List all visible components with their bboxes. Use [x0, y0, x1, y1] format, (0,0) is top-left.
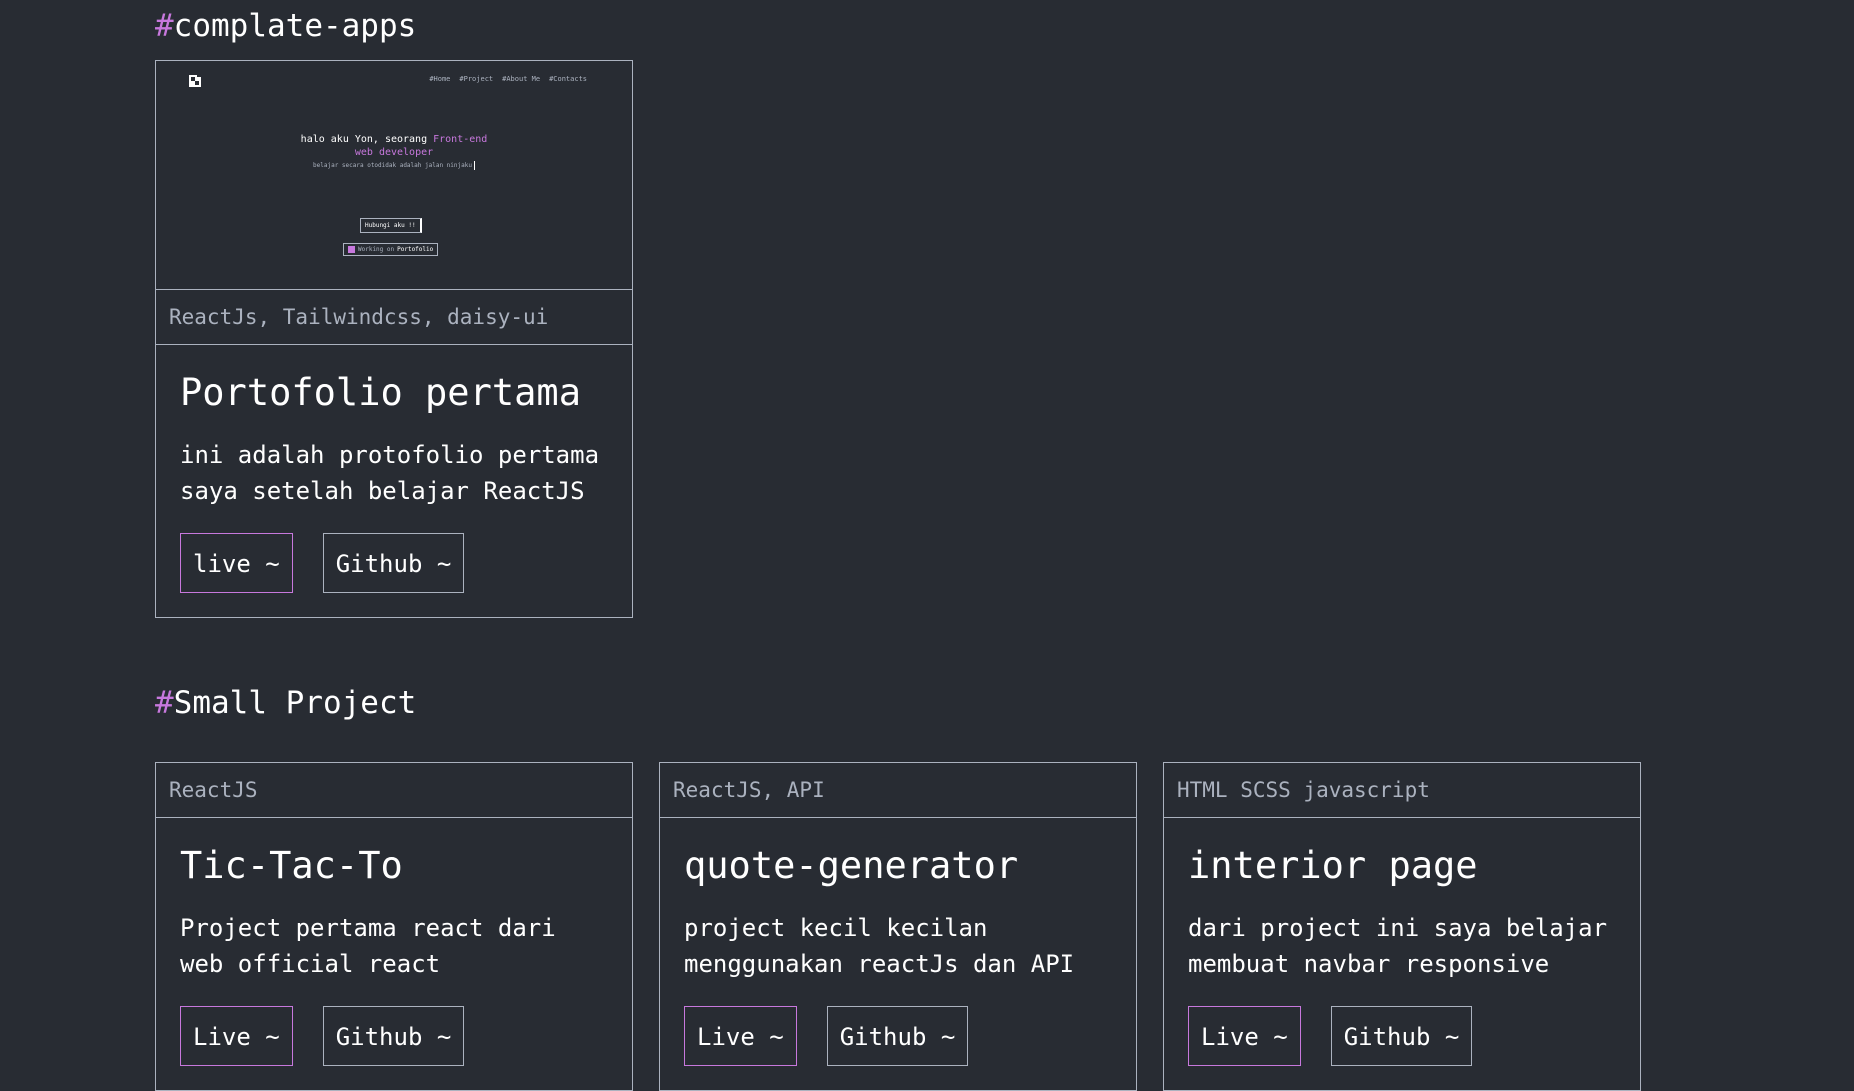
live-button[interactable]: live ~ [180, 533, 293, 593]
status-square-icon [348, 246, 355, 253]
text-caret [473, 161, 475, 170]
preview-subtitle: belajar secara otodidak adalah jalan nin… [156, 161, 632, 170]
section-title-label: complate-apps [173, 8, 417, 44]
preview-nav-item: #Contacts [549, 75, 587, 83]
github-button[interactable]: Github ~ [322, 533, 465, 593]
preview-nav: #Home #Project #About Me #Contacts [429, 75, 587, 83]
hash-symbol: # [155, 685, 174, 721]
section-title-complete-apps: #complate-apps [155, 8, 416, 44]
section-title-label: Small Project [173, 685, 417, 721]
github-button[interactable]: Github ~ [1330, 1006, 1473, 1066]
preview-nav-item: #Project [459, 75, 494, 83]
live-button[interactable]: Live ~ [1188, 1006, 1301, 1066]
preview-status-prefix: Working on [358, 246, 395, 253]
project-title: quote-generator [684, 844, 1019, 887]
project-tags: ReactJs, Tailwindcss, daisy-ui [156, 290, 632, 345]
logo-icon [189, 75, 201, 87]
project-description: ini adalah protofolio pertama saya setel… [180, 441, 600, 505]
project-card-quote-generator: ReactJS, API quote-generator project kec… [659, 762, 1137, 1091]
preview-contact-button: Hubungi aku !! [360, 218, 422, 233]
preview-hero-accent-2: web developer [354, 147, 434, 158]
project-title: interior page [1188, 844, 1478, 887]
github-button[interactable]: Github ~ [322, 1006, 465, 1066]
preview-hero-accent: Front-end [433, 134, 488, 145]
project-tags: ReactJS, API [660, 763, 1136, 818]
project-card-interior-page: HTML SCSS javascript interior page dari … [1163, 762, 1641, 1091]
section-title-small-project: #Small Project [155, 685, 416, 721]
preview-status: Working on Portofolio [343, 243, 439, 256]
project-card-tic-tac-to: ReactJS Tic-Tac-To Project pertama react… [155, 762, 633, 1091]
preview-hero: halo aku Yon, seorang Front-end web deve… [156, 133, 632, 159]
project-card-portofolio: #Home #Project #About Me #Contacts halo … [155, 60, 633, 618]
project-preview-image: #Home #Project #About Me #Contacts halo … [156, 61, 632, 290]
project-title: Tic-Tac-To [180, 844, 403, 887]
project-tags: ReactJS [156, 763, 632, 818]
project-description: Project pertama react dari web official … [180, 914, 556, 978]
github-button[interactable]: Github ~ [826, 1006, 969, 1066]
project-description: dari project ini saya belajar membuat na… [1188, 914, 1608, 978]
live-button[interactable]: Live ~ [684, 1006, 797, 1066]
project-title: Portofolio pertama [180, 371, 581, 414]
preview-nav-item: #About Me [502, 75, 541, 83]
live-button[interactable]: Live ~ [180, 1006, 293, 1066]
preview-hero-text: halo aku Yon, seorang [300, 134, 434, 145]
preview-subtitle-text: belajar secara otodidak adalah jalan nin… [313, 162, 472, 169]
hash-symbol: # [155, 8, 174, 44]
project-tags: HTML SCSS javascript [1164, 763, 1640, 818]
preview-nav-item: #Home [429, 75, 451, 83]
preview-status-bold: Portofolio [397, 246, 434, 253]
project-description: project kecil kecilan menggunakan reactJ… [684, 914, 1075, 978]
